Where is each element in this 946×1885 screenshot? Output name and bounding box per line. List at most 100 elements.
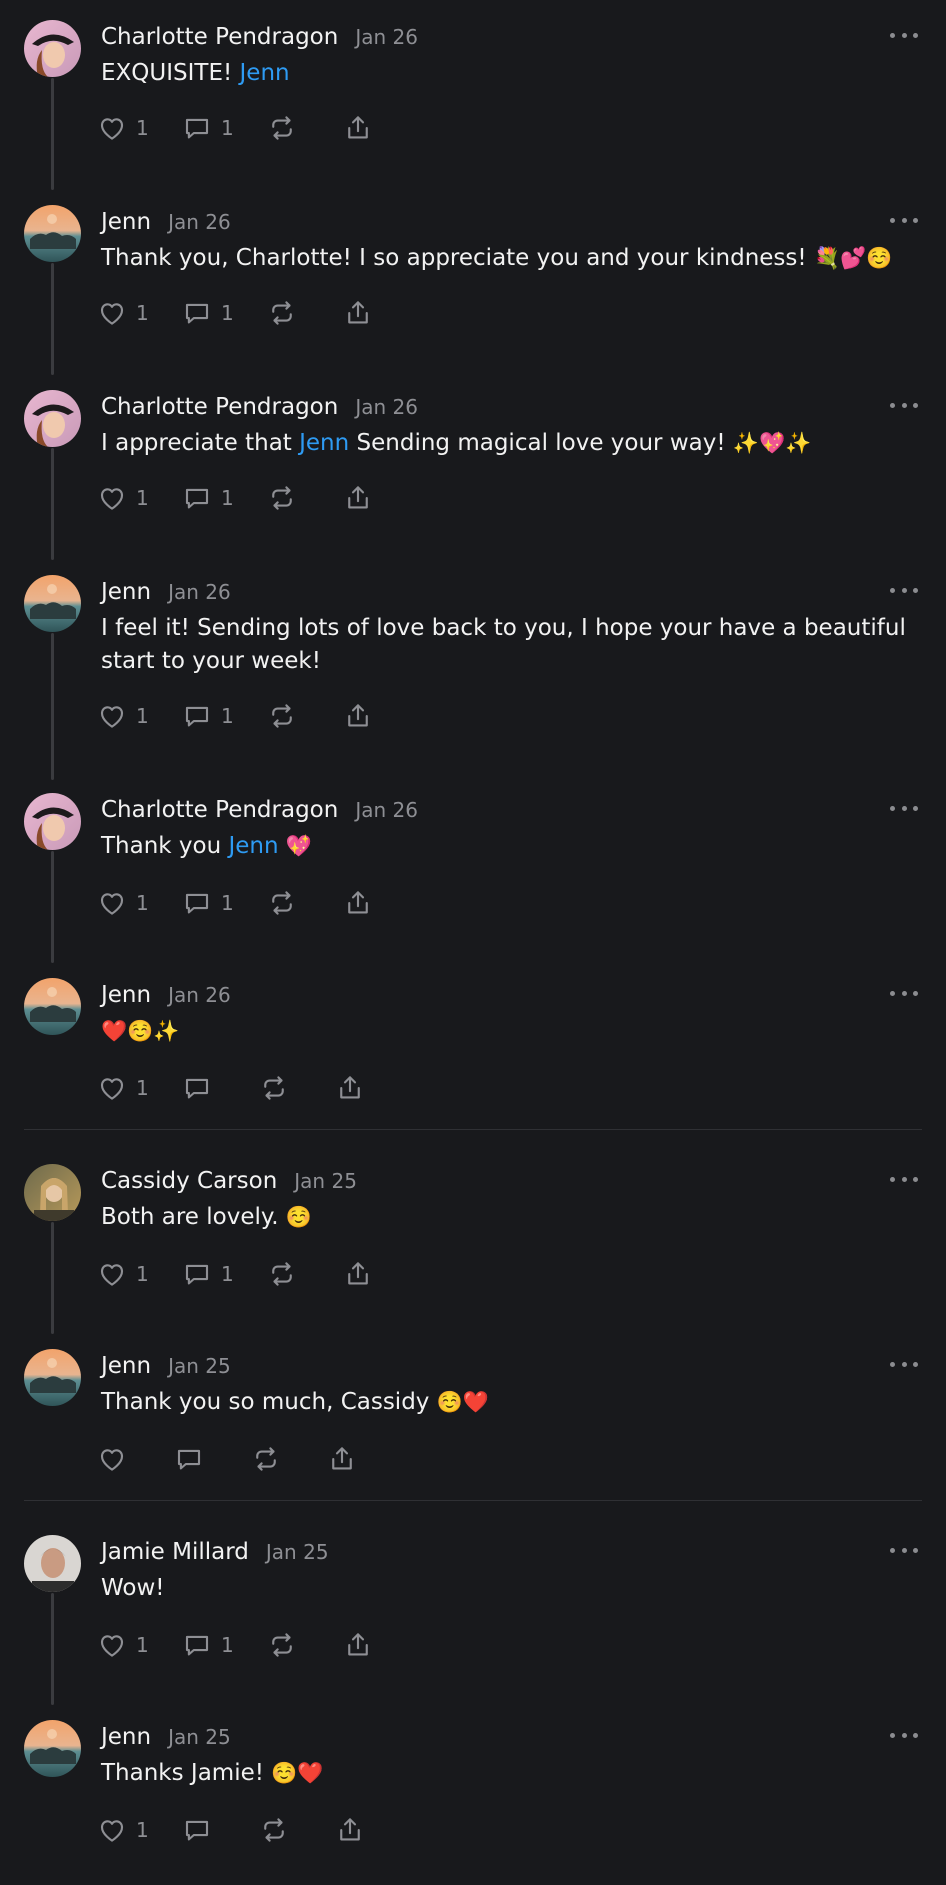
repost-button[interactable]: [259, 1070, 289, 1106]
share-button[interactable]: [343, 295, 373, 331]
author-name[interactable]: Jenn: [101, 209, 151, 235]
thread-line: [51, 78, 54, 190]
post-date: Jan 25: [168, 1725, 231, 1749]
repost-button[interactable]: [267, 480, 297, 516]
share-button[interactable]: [343, 698, 373, 734]
share-button[interactable]: [343, 110, 373, 146]
avatar[interactable]: [24, 793, 81, 850]
more-options-icon[interactable]: [890, 207, 918, 233]
more-options-icon[interactable]: [890, 577, 918, 603]
repost-icon: [251, 1444, 281, 1474]
like-button[interactable]: 1: [97, 480, 149, 516]
share-button[interactable]: [343, 1256, 373, 1292]
heart-icon: [97, 701, 127, 731]
comment-button[interactable]: 1: [182, 295, 234, 331]
repost-button[interactable]: [267, 1627, 297, 1663]
repost-button[interactable]: [251, 1441, 281, 1477]
more-options-icon[interactable]: [890, 1166, 918, 1192]
post-date: Jan 26: [355, 395, 418, 419]
like-button[interactable]: 1: [97, 885, 149, 921]
like-count: 1: [136, 301, 149, 325]
author-name[interactable]: Charlotte Pendragon: [101, 394, 338, 420]
heart-icon: [97, 1815, 127, 1845]
avatar[interactable]: [24, 390, 81, 447]
thread-divider: [24, 1129, 922, 1130]
author-name[interactable]: Cassidy Carson: [101, 1168, 277, 1194]
comment-count: 1: [221, 486, 234, 510]
like-button[interactable]: 1: [97, 110, 149, 146]
like-button[interactable]: [97, 1441, 127, 1477]
author-name[interactable]: Jamie Millard: [101, 1539, 249, 1565]
comment-button[interactable]: 1: [182, 885, 234, 921]
comment-button[interactable]: 1: [182, 698, 234, 734]
comment-button[interactable]: 1: [182, 1627, 234, 1663]
mention-link[interactable]: Jenn: [240, 60, 290, 86]
mention-link[interactable]: Jenn: [229, 833, 279, 859]
repost-icon: [259, 1073, 289, 1103]
comment-button[interactable]: [174, 1441, 204, 1477]
share-icon: [343, 1259, 373, 1289]
like-button[interactable]: 1: [97, 295, 149, 331]
author-name[interactable]: Jenn: [101, 1724, 151, 1750]
more-options-icon[interactable]: [890, 392, 918, 418]
avatar[interactable]: [24, 1720, 81, 1777]
comment-icon: [182, 113, 212, 143]
more-options-icon[interactable]: [890, 795, 918, 821]
author-name[interactable]: Jenn: [101, 1353, 151, 1379]
share-button[interactable]: [335, 1070, 365, 1106]
repost-icon: [267, 483, 297, 513]
comment-button[interactable]: 1: [182, 480, 234, 516]
comment-icon: [182, 701, 212, 731]
avatar[interactable]: [24, 20, 81, 77]
comment-count: 1: [221, 1262, 234, 1286]
repost-button[interactable]: [267, 295, 297, 331]
avatar[interactable]: [24, 978, 81, 1035]
comment-button[interactable]: [182, 1812, 212, 1848]
repost-button[interactable]: [267, 698, 297, 734]
comment-count: 1: [221, 704, 234, 728]
comment-button[interactable]: 1: [182, 110, 234, 146]
like-button[interactable]: 1: [97, 1627, 149, 1663]
post-text: Thank you so much, Cassidy ☺️❤️: [101, 1386, 921, 1419]
repost-button[interactable]: [259, 1812, 289, 1848]
share-button[interactable]: [335, 1812, 365, 1848]
more-options-icon[interactable]: [890, 1351, 918, 1377]
more-options-icon[interactable]: [890, 22, 918, 48]
more-options-icon[interactable]: [890, 1537, 918, 1563]
like-button[interactable]: 1: [97, 1256, 149, 1292]
comment-icon: [182, 483, 212, 513]
comment-button[interactable]: [182, 1070, 212, 1106]
avatar[interactable]: [24, 575, 81, 632]
share-button[interactable]: [343, 885, 373, 921]
author-name[interactable]: Charlotte Pendragon: [101, 797, 338, 823]
repost-button[interactable]: [267, 110, 297, 146]
reply-post: Jenn Jan 26 I feel it! Sending lots of lov…: [0, 555, 946, 780]
like-button[interactable]: 1: [97, 1070, 149, 1106]
text-segment: I feel it! Sending lots of love back to …: [101, 615, 906, 674]
thread-line: [51, 1222, 54, 1334]
share-button[interactable]: [343, 480, 373, 516]
post-date: Jan 26: [355, 25, 418, 49]
avatar[interactable]: [24, 1535, 81, 1592]
author-name[interactable]: Charlotte Pendragon: [101, 24, 338, 50]
more-options-icon[interactable]: [890, 980, 918, 1006]
avatar[interactable]: [24, 1349, 81, 1406]
comment-button[interactable]: 1: [182, 1256, 234, 1292]
like-button[interactable]: 1: [97, 1812, 149, 1848]
author-name[interactable]: Jenn: [101, 982, 151, 1008]
comment-count: 1: [221, 891, 234, 915]
share-button[interactable]: [327, 1441, 357, 1477]
repost-button[interactable]: [267, 1256, 297, 1292]
more-options-icon[interactable]: [890, 1722, 918, 1748]
share-button[interactable]: [343, 1627, 373, 1663]
thread-line: [51, 448, 54, 560]
avatar[interactable]: [24, 205, 81, 262]
author-name[interactable]: Jenn: [101, 579, 151, 605]
like-button[interactable]: 1: [97, 698, 149, 734]
repost-button[interactable]: [267, 885, 297, 921]
mention-link[interactable]: Jenn: [299, 430, 349, 456]
post-header: Charlotte Pendragon Jan 26: [101, 20, 418, 54]
avatar[interactable]: [24, 1164, 81, 1221]
reply-post: Cassidy Carson Jan 25 Both are lovely. ☺️ 1…: [0, 1144, 946, 1334]
post-header: Charlotte Pendragon Jan 26: [101, 793, 418, 827]
